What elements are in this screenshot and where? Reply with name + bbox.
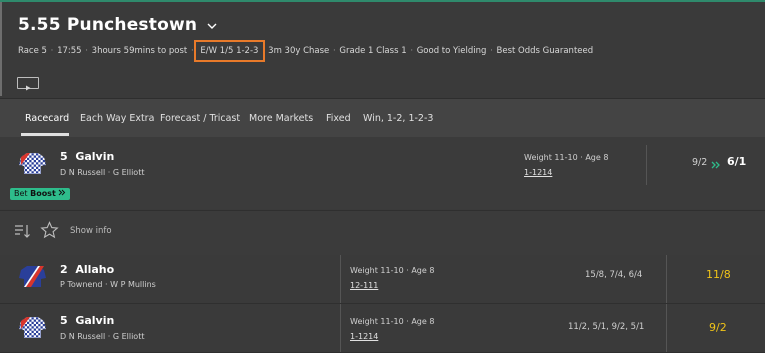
boost-prefix: Bet: [14, 189, 28, 198]
runner-name: 2 Allaho: [60, 263, 114, 276]
race-title[interactable]: 5.55 Punchestown: [18, 15, 217, 35]
jockey-trainer: P Townend · W P Mullins: [60, 280, 156, 289]
column-divider: [666, 304, 667, 352]
top-accent-line: [0, 0, 765, 2]
meta-separator: ·: [580, 153, 583, 162]
jockey-name: D N Russell: [60, 332, 106, 341]
trainer-name: W P Mullins: [110, 280, 156, 289]
runner-tools-bar: Show info: [0, 210, 765, 256]
odds-from: 9/2: [692, 157, 708, 168]
chevron-down-icon[interactable]: [207, 15, 217, 35]
previous-odds: 11/2, 5/1, 9/2, 5/1: [568, 322, 645, 332]
tab-forecast-tricast[interactable]: Forecast / Tricast: [160, 113, 240, 124]
active-tab-indicator: [21, 133, 69, 136]
column-divider: [340, 255, 341, 303]
weight-text: Weight 11-10: [350, 317, 404, 326]
race-distance: 3m 30y Chase: [268, 46, 330, 56]
race-going: Good to Yielding: [416, 46, 487, 56]
play-icon: [26, 85, 31, 91]
runner-row[interactable]: 2 Allaho P Townend · W P Mullins Weight …: [0, 255, 765, 304]
double-chevron-right-icon: [58, 189, 66, 196]
meta-separator: ·: [333, 46, 336, 56]
tab-each-way-extra[interactable]: Each Way Extra: [80, 113, 154, 124]
form-link[interactable]: 12-111: [350, 281, 378, 290]
weight-age: Weight 11-10 · Age 8: [350, 266, 434, 275]
column-divider: [646, 145, 647, 185]
video-stream-button[interactable]: [17, 77, 39, 91]
runner-name: 5 Galvin: [60, 314, 114, 327]
form-link[interactable]: 1-1214: [350, 332, 378, 341]
jockey-trainer: D N Russell · G Elliott: [60, 332, 144, 341]
double-chevron-right-icon: [711, 155, 721, 174]
runner-name-text: Allaho: [75, 263, 115, 276]
meta-separator: ·: [107, 168, 111, 177]
each-way-terms: E/W 1/5 1-2-3: [194, 40, 266, 62]
sort-icon[interactable]: [14, 223, 32, 243]
tab-racecard[interactable]: Racecard: [25, 113, 69, 124]
race-grade: Grade 1 Class 1: [339, 46, 407, 56]
jockey-trainer: D N Russell · G Elliott: [60, 168, 144, 177]
runner-name: 5 Galvin: [60, 150, 114, 163]
silk-icon: [18, 315, 47, 339]
odds-button[interactable]: 11/8: [706, 268, 731, 281]
runner-number: 5: [60, 314, 68, 327]
runner-name-text: Galvin: [75, 150, 115, 163]
market-tabs: Racecard Each Way Extra Forecast / Trica…: [0, 98, 765, 138]
boost-label: Boost: [30, 189, 56, 198]
tab-more-markets[interactable]: More Markets: [249, 113, 313, 124]
race-title-text: 5.55 Punchestown: [18, 15, 198, 35]
odds-button[interactable]: 9/2: [709, 321, 727, 334]
odds-to[interactable]: 6/1: [727, 155, 746, 168]
age-text: Age 8: [411, 266, 435, 275]
column-divider: [340, 304, 341, 352]
best-odds-guaranteed: Best Odds Guaranteed: [496, 46, 594, 56]
meta-separator: ·: [406, 317, 409, 326]
race-countdown: 3hours 59mins to post: [91, 46, 188, 56]
runner-name-text: Galvin: [75, 314, 115, 327]
jockey-name: P Townend: [60, 280, 103, 289]
show-info-toggle[interactable]: Show info: [70, 226, 112, 236]
meta-separator: ·: [490, 46, 493, 56]
meta-separator: ·: [406, 266, 409, 275]
weight-age: Weight 11-10 · Age 8: [524, 153, 608, 162]
tab-win-placings[interactable]: Win, 1-2, 1-2-3: [363, 113, 433, 124]
weight-text: Weight 11-10: [350, 266, 404, 275]
left-edge-bar: [0, 2, 2, 96]
race-time: 17:55: [57, 46, 82, 56]
silk-icon: [18, 151, 47, 175]
selected-runner-card[interactable]: 5 Galvin D N Russell · G Elliott Weight …: [0, 137, 765, 209]
form-link[interactable]: 1-1214: [524, 168, 552, 177]
column-divider: [666, 255, 667, 303]
previous-odds: 15/8, 7/4, 6/4: [585, 270, 643, 280]
star-icon[interactable]: [40, 221, 59, 243]
weight-text: Weight 11-10: [524, 153, 578, 162]
age-text: Age 8: [585, 153, 609, 162]
meta-separator: ·: [50, 46, 54, 56]
runner-row[interactable]: 5 Galvin D N Russell · G Elliott Weight …: [0, 304, 765, 353]
trainer-name: G Elliott: [112, 332, 145, 341]
weight-age: Weight 11-10 · Age 8: [350, 317, 434, 326]
meta-separator: ·: [410, 46, 414, 56]
runner-number: 5: [60, 150, 68, 163]
age-text: Age 8: [411, 317, 435, 326]
meta-separator: ·: [107, 332, 111, 341]
tab-fixed[interactable]: Fixed: [326, 113, 351, 124]
race-number: Race 5: [18, 46, 47, 56]
runner-number: 2: [60, 263, 68, 276]
silk-icon: [18, 264, 47, 288]
trainer-name: G Elliott: [112, 168, 145, 177]
bet-boost-badge[interactable]: Bet Boost: [10, 188, 71, 200]
jockey-name: D N Russell: [60, 168, 106, 177]
meta-separator: ·: [85, 46, 88, 56]
race-meta: Race 5 · 17:55 · 3hours 59mins to post ·…: [18, 40, 594, 62]
meta-separator: ·: [105, 280, 108, 289]
